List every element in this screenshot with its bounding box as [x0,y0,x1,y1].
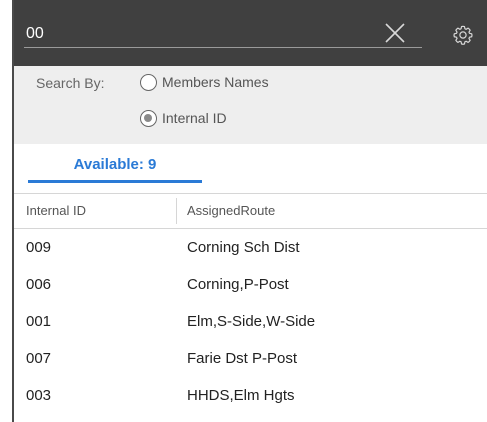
cell-internal-id: 003 [26,387,52,404]
search-input[interactable] [24,20,422,48]
tab-available[interactable]: Available: 9 [28,154,202,183]
cell-assigned-route: Elm,S-Side,W-Side [187,313,316,330]
cell-internal-id: 001 [26,313,52,330]
table-body: 009 Corning Sch Dist 006 Corning,P-Post … [14,229,487,414]
column-header-internal-id[interactable]: Internal ID [26,194,86,228]
search-by-label: Search By: [36,75,105,91]
cell-internal-id: 007 [26,350,52,367]
cell-assigned-route: HHDS,Elm Hgts [187,387,295,404]
table-row[interactable]: 001 Elm,S-Side,W-Side [14,303,487,340]
search-bar [14,0,487,66]
column-header-assigned-route[interactable]: AssignedRoute [176,198,275,224]
gear-icon [453,25,473,45]
cell-assigned-route: Corning Sch Dist [187,239,300,256]
radio-label-internal-id: Internal ID [162,110,227,126]
settings-button[interactable] [452,24,474,46]
radio-label-members-names: Members Names [162,74,269,90]
close-icon [385,23,405,43]
cell-internal-id: 009 [26,239,52,256]
radio-unchecked-icon [140,73,157,91]
radio-internal-id[interactable]: Internal ID [140,109,227,127]
radio-checked-icon [140,109,157,127]
table-row[interactable]: 006 Corning,P-Post [14,266,487,303]
table-header: Internal ID AssignedRoute [14,193,487,229]
cell-assigned-route: Farie Dst P-Post [187,350,298,367]
clear-search-button[interactable] [382,20,408,46]
search-by-section: Search By: Members Names Internal ID [14,66,487,144]
table-row[interactable]: 007 Farie Dst P-Post [14,340,487,377]
radio-members-names[interactable]: Members Names [140,73,269,91]
table-row[interactable]: 003 HHDS,Elm Hgts [14,377,487,414]
tab-bar: Available: 9 [14,144,487,186]
cell-internal-id: 006 [26,276,52,293]
table-row[interactable]: 009 Corning Sch Dist [14,229,487,266]
member-picker-panel: Search By: Members Names Internal ID Ava… [12,0,487,422]
cell-assigned-route: Corning,P-Post [187,276,289,293]
